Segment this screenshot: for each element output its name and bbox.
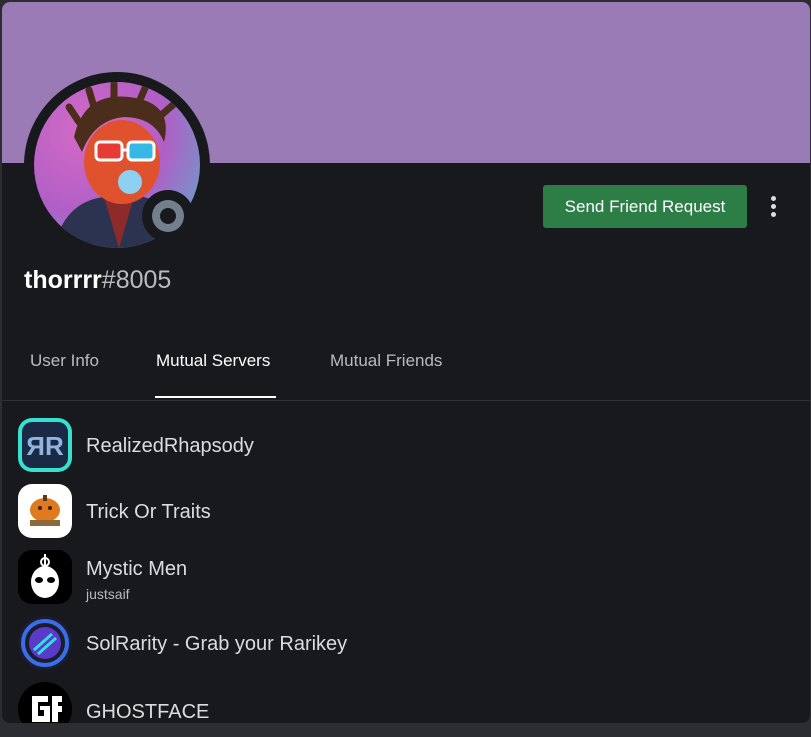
rr-logo-icon: ЯR: [18, 418, 72, 472]
server-nickname: justsaif: [86, 586, 130, 602]
server-name: SolRarity - Grab your Rarikey: [86, 633, 348, 655]
discriminator: #8005: [101, 266, 172, 294]
solrarity-logo-icon: [18, 616, 72, 670]
server-item-solrarity[interactable]: SolRarity - Grab your Rarikey: [18, 616, 798, 672]
server-name: GHOSTFACE: [86, 701, 210, 723]
username-text: thorrrr: [24, 266, 102, 294]
tab-mutual-servers[interactable]: Mutual Servers: [156, 351, 270, 371]
server-name: Mystic Men: [86, 558, 188, 580]
divider: [2, 400, 810, 401]
svg-text:ЯR: ЯR: [26, 431, 64, 461]
server-item-realizedrhapsody[interactable]: ЯR RealizedRhapsody: [18, 418, 798, 474]
server-item-ghostface[interactable]: GHOSTFACE: [18, 682, 798, 723]
vertical-ellipsis-icon[interactable]: [764, 192, 784, 222]
server-name: RealizedRhapsody: [86, 435, 254, 457]
mystic-mask-icon: [18, 550, 72, 604]
pumpkin-logo-icon: [18, 484, 72, 538]
user-profile-modal: Send Friend Request thorrrr#8005 User In…: [2, 2, 810, 723]
tab-mutual-friends[interactable]: Mutual Friends: [330, 351, 442, 371]
send-friend-request-button[interactable]: Send Friend Request: [543, 185, 747, 228]
tab-user-info[interactable]: User Info: [30, 351, 99, 371]
server-name: Trick Or Traits: [86, 501, 211, 523]
ghostface-logo-icon: [18, 682, 72, 723]
active-tab-indicator: [155, 396, 276, 398]
profile-username: thorrrr#8005: [24, 266, 171, 295]
status-offline-icon: [152, 200, 184, 232]
server-item-mystic-men[interactable]: Mystic Men justsaif: [18, 550, 798, 606]
server-item-trick-or-traits[interactable]: Trick Or Traits: [18, 484, 798, 540]
